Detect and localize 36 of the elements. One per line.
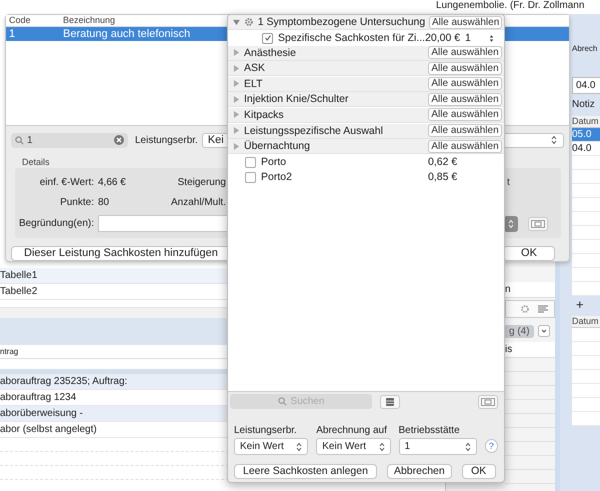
group-name: Injektion Knie/Schulter [244, 93, 350, 106]
item-name: Porto2 [261, 171, 293, 184]
field-label: einf. €-Wert: [40, 176, 95, 188]
field-value: 80 [98, 197, 110, 208]
group-title: Details [22, 157, 50, 167]
field-label: Begründung(en): [18, 218, 95, 230]
price-text: 0,62 € [428, 156, 458, 168]
field-label: Steigerung [178, 176, 226, 188]
group-name: 1 Symptombezogene Untersuchung [258, 16, 426, 28]
item-name: Porto [261, 156, 288, 168]
group-name: Anästhesie [244, 46, 297, 59]
column-header: Datum [572, 316, 600, 328]
column-header: is [505, 344, 512, 355]
notes-label: Notiz [572, 99, 596, 110]
field-value: 4,66 € [98, 176, 127, 188]
column-header: Datum [572, 116, 600, 128]
column-header: ntrag [0, 346, 18, 358]
field-label: Leistungserbr. [234, 425, 298, 436]
field-label: Punkte: [60, 197, 95, 208]
group-name: Übernachtung [244, 140, 311, 152]
section-label: Abrech [572, 44, 598, 53]
field-label: t [506, 176, 511, 188]
window-title: Lungenembolie. (Fr. Dr. Zollmann [436, 0, 584, 12]
label-text: n [505, 284, 511, 295]
field-label: Leistungserbr. [135, 134, 198, 146]
group-name: Leistungsspezifische Auswahl [244, 124, 384, 137]
column-header: Bezeichnung [63, 15, 116, 26]
group-name: ASK [244, 62, 266, 74]
column-header: Code [8, 15, 32, 26]
field-label: Anzahl/Mult. [170, 197, 226, 208]
price-text: 20,00 € [425, 32, 462, 44]
item-name: Spezifische Sachkosten für Zi... [278, 32, 426, 44]
field-label: Abrechnung auf [316, 425, 388, 436]
price-text: 0,85 € [428, 171, 458, 184]
group-name: Kitpacks [244, 108, 285, 121]
group-name: ELT [244, 78, 264, 90]
